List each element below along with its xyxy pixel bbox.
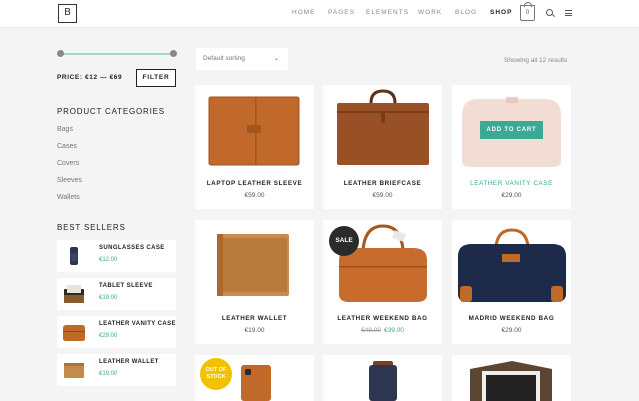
best-seller-price: €19.00	[99, 371, 118, 377]
product-card[interactable]: SALE LEATHER WEEKEND BAG €49.00 €39.00	[323, 220, 442, 344]
product-card[interactable]: OUT OF STOCK	[195, 355, 314, 401]
product-name[interactable]: MADRID WEEKEND BAG	[452, 315, 571, 322]
price-slider-min-handle[interactable]	[57, 50, 64, 57]
nav-work[interactable]: WORK	[418, 9, 442, 16]
category-link[interactable]: Wallets	[57, 194, 80, 201]
best-seller-price: €12.00	[99, 257, 118, 263]
wallet-thumbnail	[64, 363, 84, 378]
tablet-sleeve-thumbnail	[64, 285, 84, 303]
chevron-down-icon: ⌄	[273, 56, 279, 62]
cart-icon[interactable]: 0	[520, 2, 535, 21]
category-link[interactable]: Cases	[57, 143, 77, 150]
filter-button[interactable]: FILTER	[136, 69, 176, 87]
product-name[interactable]: LEATHER WEEKEND BAG	[323, 315, 442, 322]
product-card[interactable]: LEATHER WALLET €19.00	[195, 220, 314, 344]
product-price: €19.00	[244, 327, 265, 334]
briefcase-image	[337, 89, 429, 165]
laptop-sleeve-image	[208, 96, 300, 166]
best-seller-item[interactable]: LEATHER WALLET €19.00	[57, 354, 176, 386]
vanity-case-thumbnail	[63, 325, 85, 341]
out-of-stock-line-1: OUT OF	[205, 367, 227, 373]
out-of-stock-line-2: STOCK	[206, 374, 226, 380]
best-seller-item[interactable]: LEATHER VANITY CASE €29.00	[57, 316, 176, 348]
categories-heading: PRODUCT CATEGORIES	[57, 107, 165, 116]
best-seller-name[interactable]: SUNGLASSES CASE	[99, 245, 165, 251]
product-name[interactable]: LEATHER WALLET	[195, 315, 314, 322]
sunglasses-case-thumbnail	[70, 247, 78, 265]
best-seller-name[interactable]: LEATHER WALLET	[99, 359, 159, 365]
product-price: €29.00	[501, 192, 522, 199]
price-slider-max-handle[interactable]	[170, 50, 177, 57]
main-nav: HOME PAGES ELEMENTS WORK BLOG SHOP	[0, 9, 639, 19]
product-card[interactable]: LAPTOP LEATHER SLEEVE €59.00	[195, 85, 314, 209]
product-name[interactable]: LAPTOP LEATHER SLEEVE	[195, 180, 314, 187]
sunglasses-case-image	[369, 361, 397, 401]
sort-value: Default sorting	[203, 55, 245, 62]
product-card[interactable]	[323, 355, 442, 401]
product-card[interactable]: LEATHER BRIEFCASE €59.00	[323, 85, 442, 209]
product-card[interactable]: MADRID WEEKEND BAG €29.00	[452, 220, 571, 344]
best-seller-name[interactable]: LEATHER VANITY CASE	[99, 321, 176, 327]
sale-badge: SALE	[329, 226, 359, 256]
site-header: B HOME PAGES ELEMENTS WORK BLOG SHOP 0	[0, 0, 639, 28]
category-link[interactable]: Covers	[57, 160, 79, 167]
category-link[interactable]: Sleeves	[57, 177, 82, 184]
add-to-cart-button[interactable]: ADD TO CART	[480, 121, 543, 139]
nav-blog[interactable]: BLOG	[455, 9, 477, 16]
best-seller-price: €29.00	[99, 333, 118, 339]
product-card[interactable]	[452, 355, 571, 401]
nav-shop[interactable]: SHOP	[490, 9, 512, 16]
price-range-label: PRICE: €12 — €69	[57, 74, 123, 81]
nav-elements[interactable]: ELEMENTS	[366, 9, 409, 16]
cart-count: 0	[525, 10, 530, 16]
out-of-stock-badge: OUT OF STOCK	[200, 358, 232, 390]
search-icon[interactable]	[546, 9, 553, 16]
nav-pages[interactable]: PAGES	[328, 9, 355, 16]
nav-home[interactable]: HOME	[292, 9, 316, 16]
product-price: €49.00 €39.00	[323, 327, 442, 334]
best-sellers-heading: BEST SELLERS	[57, 223, 126, 232]
product-price: €59.00	[372, 192, 393, 199]
tablet-sleeve-image	[470, 361, 552, 401]
product-card[interactable]: ADD TO CART LEATHER VANITY CASE €29.00	[452, 85, 571, 209]
best-seller-item[interactable]: SUNGLASSES CASE €12.00	[57, 240, 176, 272]
product-name[interactable]: LEATHER BRIEFCASE	[323, 180, 442, 187]
best-seller-name[interactable]: TABLET SLEEVE	[99, 283, 153, 289]
best-seller-price: €19.00	[99, 295, 118, 301]
wallet-image	[217, 234, 289, 296]
menu-icon[interactable]	[565, 10, 572, 16]
category-link[interactable]: Bags	[57, 126, 73, 133]
original-price: €49.00	[361, 327, 381, 334]
price-slider-track[interactable]	[60, 53, 173, 55]
sort-dropdown[interactable]: Default sorting ⌄	[196, 48, 288, 70]
product-name[interactable]: LEATHER VANITY CASE	[452, 180, 571, 187]
product-price: €59.00	[244, 192, 265, 199]
product-price: €29.00	[501, 327, 522, 334]
sale-price: €39.00	[384, 327, 404, 334]
result-count: Showing all 12 results	[504, 57, 568, 64]
madrid-weekend-bag-image	[458, 228, 566, 302]
best-seller-item[interactable]: TABLET SLEEVE €19.00	[57, 278, 176, 310]
